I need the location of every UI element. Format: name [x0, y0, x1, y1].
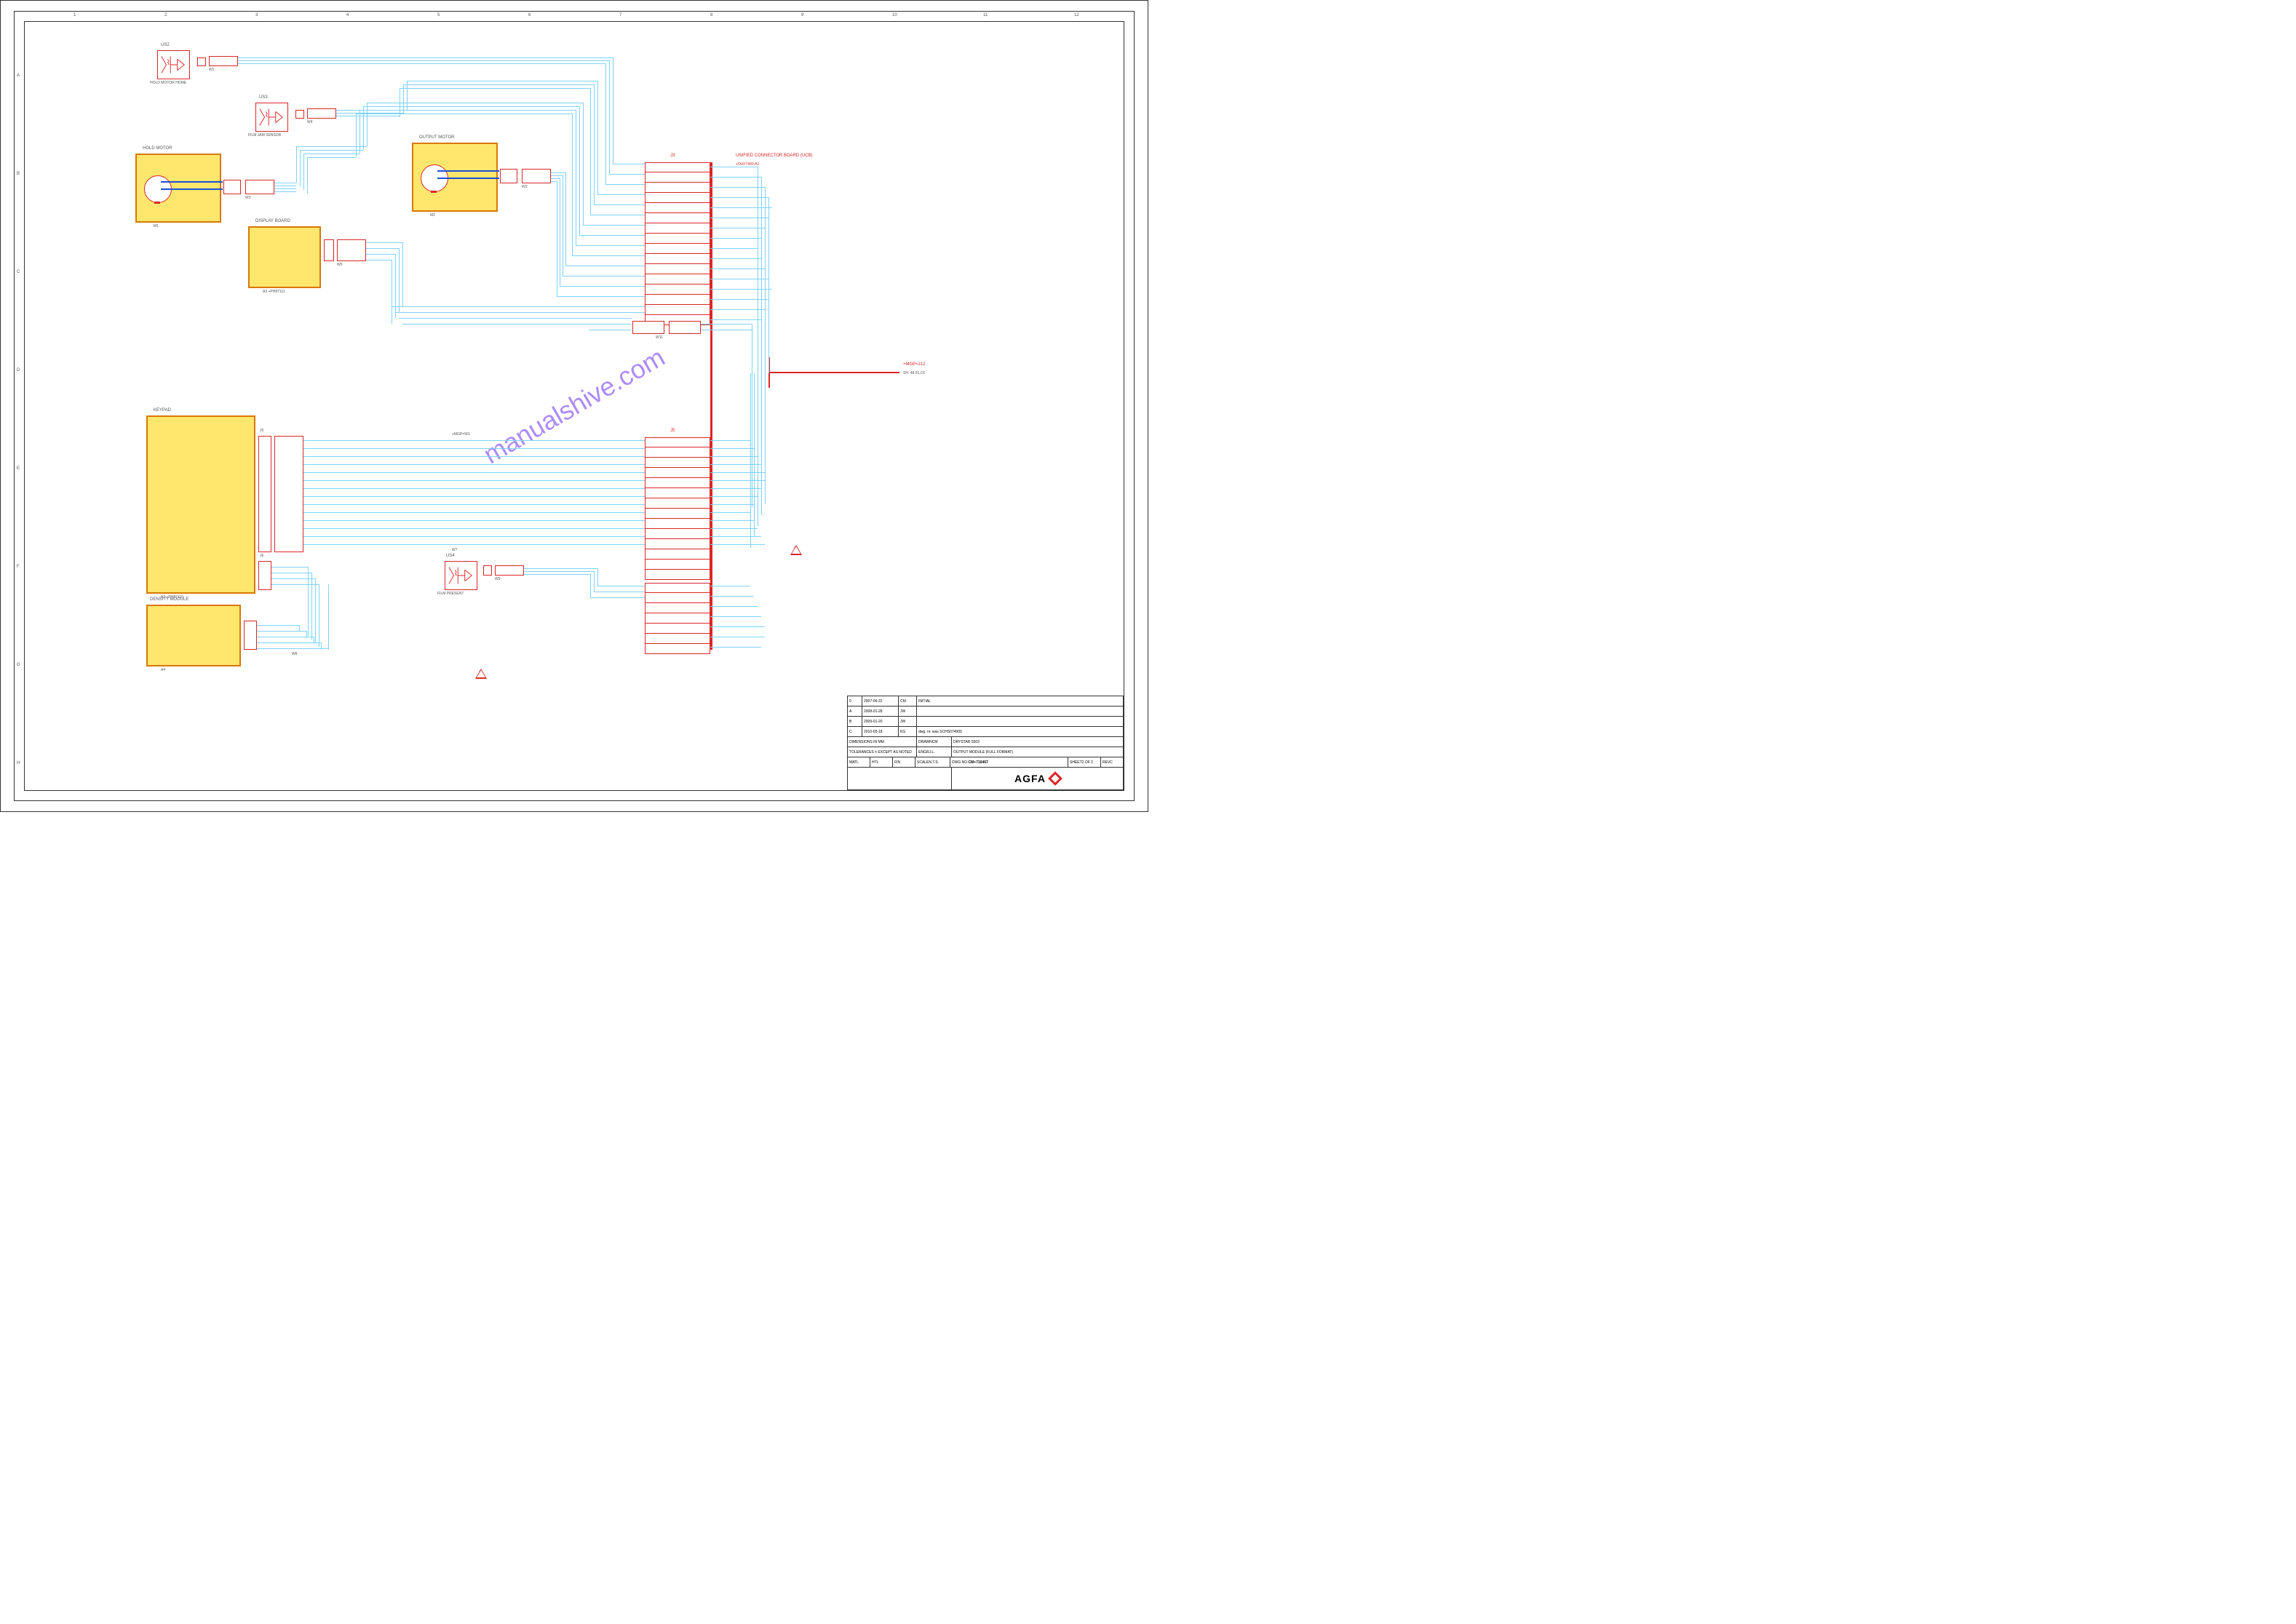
density-j7 — [244, 621, 257, 650]
conn-out — [500, 169, 517, 183]
plug-display — [337, 239, 366, 261]
diamond-icon — [1048, 771, 1062, 786]
ucb-j3-block — [645, 162, 710, 325]
display-board-block — [248, 226, 321, 288]
sensor-us4 — [445, 561, 477, 590]
triangle-1: 1 — [475, 669, 487, 679]
drawing-frame: 123456789101112 ABCDEFGH manualshive.com… — [0, 0, 1148, 812]
us3-sub: FILM JAM SENSOR — [248, 133, 281, 138]
us4-label: US4 — [446, 554, 455, 558]
conn-hold — [223, 180, 241, 194]
sensor-us2 — [157, 50, 190, 79]
j3-label: J3 — [670, 154, 675, 158]
plug-us2 — [209, 56, 238, 66]
plug-w11-l — [632, 321, 664, 334]
plug-w11-r — [669, 321, 701, 334]
keypad-block — [146, 415, 255, 594]
content-border — [24, 21, 1124, 791]
display-board-label: DISPLAY BOARD — [255, 219, 290, 223]
plug-us3 — [307, 108, 336, 119]
main-out-line — [768, 372, 899, 373]
title: DRYSTAR 5503 — [952, 737, 1123, 747]
conn-us4 — [483, 565, 492, 576]
keypad-j5 — [258, 436, 271, 552]
ucb-j6-block — [645, 583, 710, 654]
conn-display — [324, 239, 334, 261]
density-module-block — [146, 605, 241, 666]
rev0-date: 2007-06-22 — [862, 696, 899, 706]
hold-motor-label: HOLD MOTOR — [143, 146, 172, 151]
plug-j5 — [274, 436, 303, 552]
subtitle: OUTPUT MODULE (FULL FORMAT) — [952, 747, 1123, 757]
conn-us2 — [197, 57, 206, 66]
keypad-j6 — [258, 561, 271, 590]
density-label: DENSITY MODULE — [150, 597, 188, 602]
us2-label: US2 — [161, 43, 170, 47]
ucb-title: UNIFIED CONNECTOR BOARD (UCB) — [736, 154, 813, 158]
title-block: 0 2007-06-22 CM INITIAL A 2008-01-28 JW … — [847, 696, 1124, 790]
plug-hold — [245, 180, 274, 194]
agfa-logo: AGFA — [952, 768, 1123, 789]
rev0-desc: INITIAL — [917, 696, 1123, 706]
rev0-name: CM — [899, 696, 917, 706]
triangle-3: 3 — [790, 545, 802, 555]
us3-label: US3 — [259, 95, 268, 100]
conn-us3 — [295, 110, 304, 119]
output-motor-label: OUTPUT MOTOR — [419, 135, 454, 140]
sensor-us3 — [255, 103, 288, 132]
rev0-id: 0 — [848, 696, 862, 706]
ucb-j5-block — [645, 437, 710, 580]
keypad-label: KEYPAD — [154, 408, 171, 413]
plug-us4 — [495, 565, 524, 576]
ucb-bus-vertical — [710, 162, 712, 650]
us4-sub: FILM PRESENT — [437, 592, 464, 596]
us2-sub: HOLD MOTOR HOME — [150, 81, 186, 85]
main-ref: +MGP=J12 — [903, 362, 925, 367]
plug-out — [522, 169, 551, 183]
